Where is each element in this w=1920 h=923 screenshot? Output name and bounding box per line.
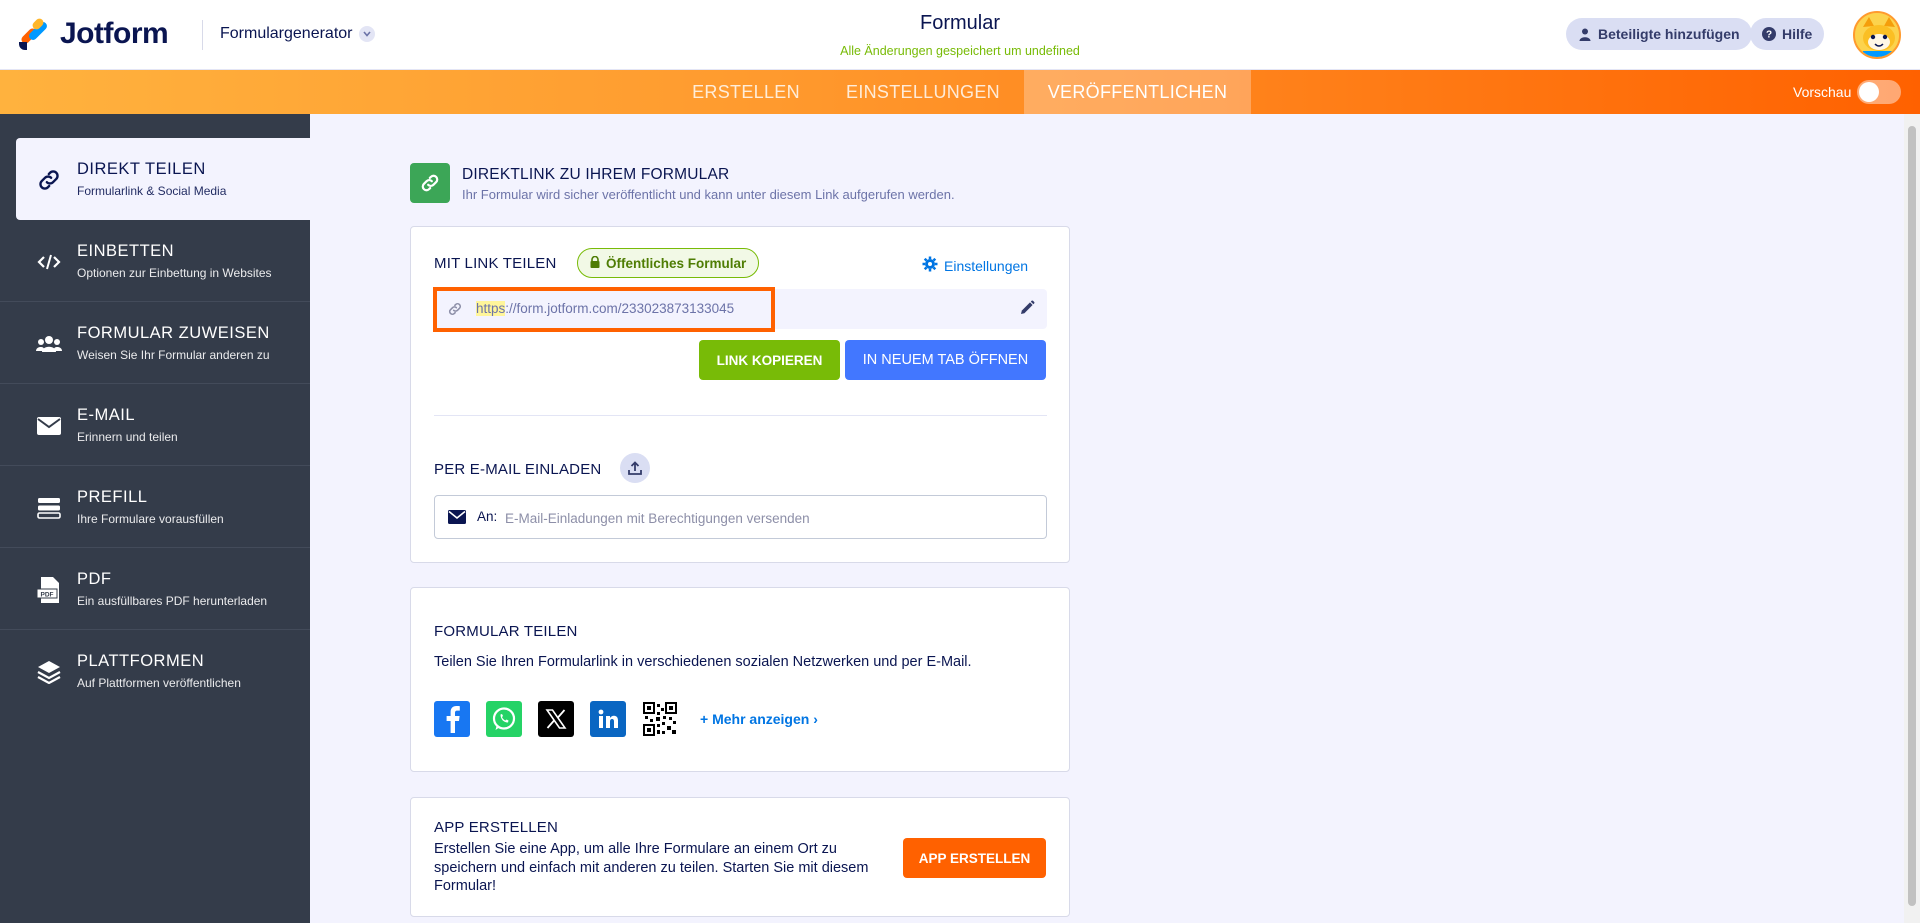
share-form-card: FORMULAR TEILEN Teilen Sie Ihren Formula… — [410, 587, 1070, 772]
builder-select-label: Formulargenerator — [220, 25, 353, 42]
show-more-link[interactable]: + Mehr anzeigen › — [700, 711, 818, 727]
builder-nav-bar: ERSTELLEN EINSTELLUNGEN VERÖFFENTLICHEN — [0, 70, 1920, 114]
tab-einstellungen[interactable]: EINSTELLUNGEN — [830, 70, 1016, 114]
email-invite-field[interactable]: An: — [434, 495, 1047, 539]
chevron-down-icon — [358, 26, 375, 42]
layers-icon — [36, 659, 62, 685]
lock-icon — [590, 255, 600, 271]
user-icon — [1578, 27, 1592, 41]
sidebar-item-email[interactable]: E-MAIL Erinnern und teilen — [0, 384, 310, 466]
preview-toggle-knob — [1859, 82, 1879, 102]
add-participants-label: Beteiligte hinzufügen — [1598, 26, 1740, 42]
sidebar-item-title: FORMULAR ZUWEISEN — [77, 324, 270, 342]
top-header: Jotform Formulargenerator Formular Alle … — [0, 0, 1920, 70]
sidebar-item-title: PREFILL — [77, 488, 148, 506]
sidebar-item-formular-zuweisen[interactable]: FORMULAR ZUWEISEN Weisen Sie Ihr Formula… — [0, 302, 310, 384]
share-form-description: Teilen Sie Ihren Formularlink in verschi… — [434, 654, 972, 670]
help-icon: ? — [1762, 27, 1776, 41]
sidebar-item-direkt-teilen[interactable]: DIREKT TEILEN Formularlink & Social Medi… — [16, 138, 310, 220]
email-invite-input[interactable] — [505, 506, 1025, 530]
avatar[interactable] — [1853, 11, 1901, 59]
share-link-label: MIT LINK TEILEN — [434, 255, 557, 272]
publish-sidebar: DIREKT TEILEN Formularlink & Social Medi… — [0, 114, 310, 923]
link-highlight-frame — [433, 287, 775, 332]
envelope-icon — [36, 413, 62, 439]
prefill-icon — [36, 495, 62, 521]
open-new-tab-button[interactable]: IN NEUEM TAB ÖFFNEN — [845, 340, 1046, 380]
create-app-title: APP ERSTELLEN — [434, 819, 559, 836]
sidebar-item-title: E-MAIL — [77, 406, 136, 424]
preview-label: Vorschau — [1793, 84, 1852, 100]
email-invite-label: PER E-MAIL EINLADEN — [434, 461, 602, 478]
plus-icon: + — [700, 711, 709, 727]
sidebar-item-subtitle: Optionen zur Einbettung in Websites — [77, 266, 272, 280]
qr-code-icon[interactable] — [642, 701, 678, 737]
sidebar-item-pdf[interactable]: PDF PDF Ein ausfüllbares PDF herunterlad… — [0, 548, 310, 630]
sidebar-item-plattformen[interactable]: PLATTFORMEN Auf Plattformen veröffentlic… — [0, 630, 310, 712]
avatar-podo-icon — [1855, 13, 1899, 57]
upload-icon[interactable] — [620, 453, 650, 483]
link-icon — [36, 167, 62, 193]
card-divider — [434, 415, 1047, 416]
create-app-card: APP ERSTELLEN Erstellen Sie eine App, um… — [410, 797, 1070, 917]
pdf-icon: PDF — [36, 577, 62, 603]
section-title: DIREKTLINK ZU IHREM FORMULAR — [462, 166, 730, 183]
linkedin-icon[interactable] — [590, 701, 626, 737]
envelope-icon — [448, 510, 466, 529]
share-form-title: FORMULAR TEILEN — [434, 623, 578, 640]
users-icon — [36, 331, 62, 357]
sidebar-item-subtitle: Auf Plattformen veröffentlichen — [77, 676, 241, 690]
sidebar-item-einbetten[interactable]: EINBETTEN Optionen zur Einbettung in Web… — [0, 220, 310, 302]
preview-toggle[interactable] — [1857, 80, 1901, 104]
help-label: Hilfe — [1782, 26, 1813, 42]
facebook-icon[interactable] — [434, 701, 470, 737]
save-status: Alle Änderungen gespeichert um undefined — [840, 44, 1080, 58]
sidebar-item-title: PLATTFORMEN — [77, 652, 205, 670]
pencil-icon[interactable] — [1019, 300, 1037, 318]
tab-erstellen[interactable]: ERSTELLEN — [676, 70, 816, 114]
share-link-card: MIT LINK TEILEN Öffentliches Formular Ei… — [410, 226, 1070, 563]
x-icon[interactable] — [538, 701, 574, 737]
builder-select[interactable]: Formulargenerator — [220, 25, 375, 43]
gear-icon — [922, 256, 938, 275]
sidebar-item-subtitle: Formularlink & Social Media — [77, 184, 227, 198]
logo-text: Jotform — [60, 17, 169, 50]
public-form-badge[interactable]: Öffentliches Formular — [577, 248, 760, 278]
header-divider — [202, 20, 203, 50]
form-title[interactable]: Formular — [760, 12, 1160, 35]
sidebar-item-subtitle: Erinnern und teilen — [77, 430, 178, 444]
code-icon — [36, 249, 62, 275]
jotform-logo-icon — [18, 16, 50, 50]
page-scrollbar[interactable] — [1904, 114, 1920, 923]
whatsapp-icon[interactable] — [486, 701, 522, 737]
sidebar-item-title: EINBETTEN — [77, 242, 175, 260]
scrollbar-thumb[interactable] — [1908, 126, 1916, 906]
sidebar-item-title: DIREKT TEILEN — [77, 160, 206, 178]
sidebar-item-title: PDF — [77, 570, 112, 588]
svg-text:PDF: PDF — [41, 592, 54, 599]
public-form-badge-label: Öffentliches Formular — [606, 255, 747, 271]
email-to-label: An: — [477, 509, 498, 524]
svg-text:?: ? — [1766, 30, 1772, 41]
tab-veroeffentlichen[interactable]: VERÖFFENTLICHEN — [1024, 70, 1251, 114]
copy-link-button[interactable]: LINK KOPIEREN — [699, 340, 840, 380]
help-button[interactable]: ? Hilfe — [1750, 18, 1825, 50]
link-settings-label: Einstellungen — [944, 257, 1029, 274]
sidebar-item-subtitle: Weisen Sie Ihr Formular anderen zu — [77, 348, 270, 362]
direct-link-icon — [410, 163, 450, 203]
section-subtitle: Ihr Formular wird sicher veröffentlicht … — [462, 187, 955, 202]
sidebar-item-prefill[interactable]: PREFILL Ihre Formulare vorausfüllen — [0, 466, 310, 548]
link-settings-button[interactable]: Einstellungen — [922, 256, 1028, 275]
jotform-logo[interactable]: Jotform — [18, 16, 169, 51]
sidebar-item-subtitle: Ein ausfüllbares PDF herunterladen — [77, 594, 268, 608]
add-participants-button[interactable]: Beteiligte hinzufügen — [1566, 18, 1752, 50]
create-app-button[interactable]: APP ERSTELLEN — [903, 838, 1046, 878]
chevron-right-icon: › — [813, 711, 818, 727]
sidebar-item-subtitle: Ihre Formulare vorausfüllen — [77, 512, 224, 526]
create-app-description: Erstellen Sie eine App, um alle Ihre For… — [434, 841, 869, 894]
show-more-label: Mehr anzeigen — [712, 711, 810, 727]
